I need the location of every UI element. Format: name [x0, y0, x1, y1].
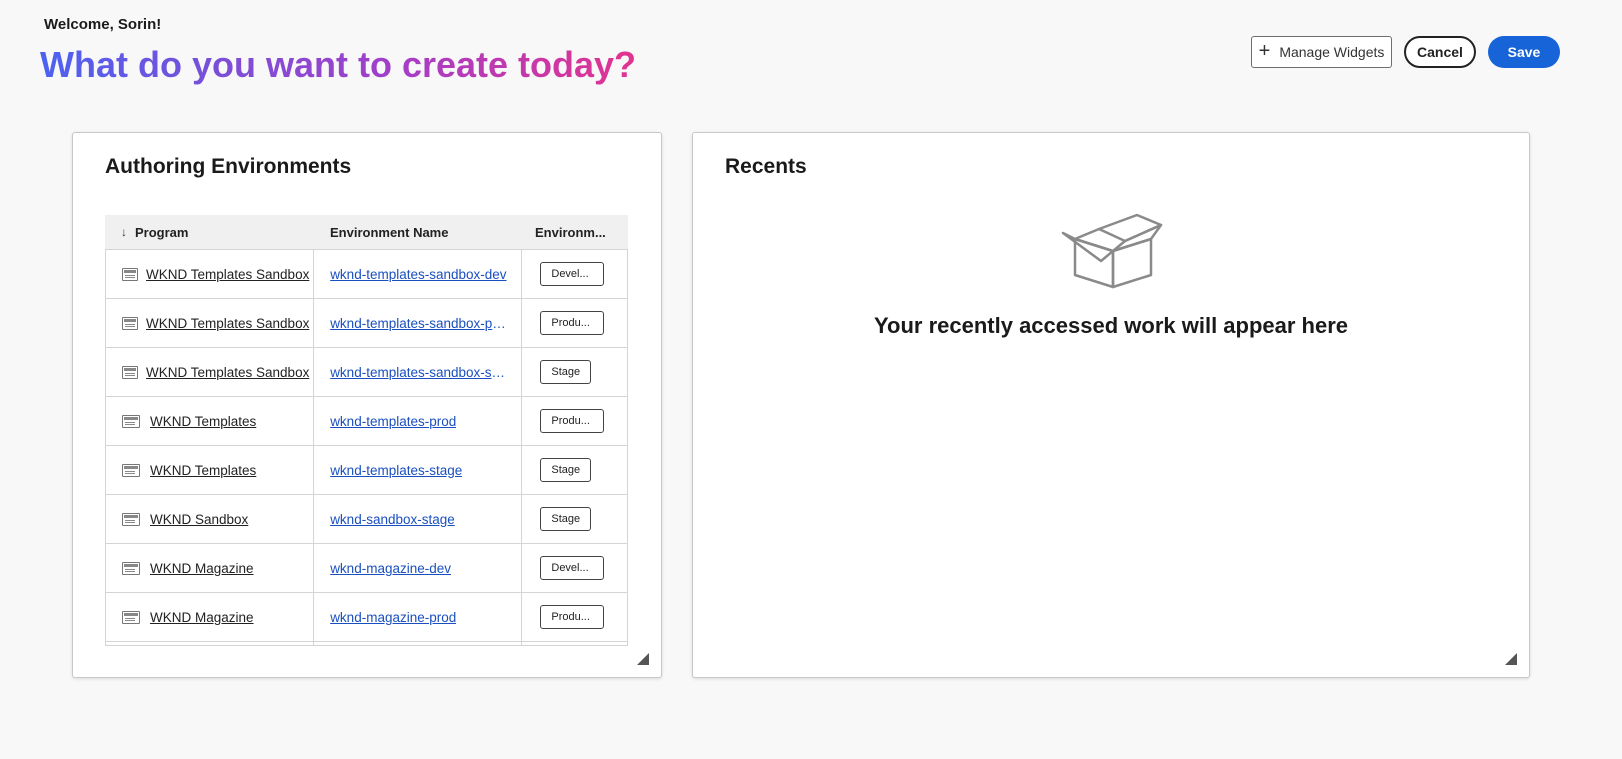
sort-descending-icon[interactable]: ↓: [121, 225, 127, 239]
column-header-program[interactable]: ↓ Program: [105, 215, 314, 249]
program-link[interactable]: WKND Templates Sandbox: [146, 267, 309, 282]
column-header-environment-name[interactable]: Environment Name: [314, 215, 523, 249]
environment-link[interactable]: wknd-magazine-dev: [330, 561, 451, 576]
program-icon: [122, 463, 140, 477]
authoring-environments-widget: Authoring Environments ↓ Program Environ…: [72, 132, 662, 678]
widget-title: Authoring Environments: [105, 155, 352, 178]
manage-widgets-button[interactable]: + Manage Widgets: [1251, 36, 1392, 68]
column-header-label: Program: [135, 224, 189, 240]
program-icon: [122, 316, 138, 330]
table-row: WKND Templates Sandbox wknd-templates-sa…: [106, 249, 627, 298]
widget-title: Recents: [725, 155, 807, 178]
column-header-label: Environm...: [535, 224, 606, 240]
environments-table: ↓ Program Environment Name Environm... W…: [105, 215, 628, 647]
table-row: WKND Templates Sandbox wknd-templates-sa…: [106, 347, 627, 396]
environment-type-tag: Stage: [540, 458, 592, 482]
environment-type-tag: Devel...: [540, 556, 605, 580]
open-box-icon: [1061, 213, 1163, 289]
program-link[interactable]: WKND Templates Sandbox: [146, 365, 309, 380]
environment-link[interactable]: wknd-templates-sandbox-sta...: [330, 365, 508, 380]
environment-type-tag: Stage: [540, 507, 592, 531]
save-button[interactable]: Save: [1488, 36, 1560, 68]
table-header: ↓ Program Environment Name Environm...: [105, 215, 628, 249]
page-title: What do you want to create today?: [40, 44, 637, 85]
program-link[interactable]: WKND Templates Sandbox: [146, 316, 309, 331]
environment-type-tag: Produ...: [540, 605, 605, 629]
program-link[interactable]: WKND Templates: [150, 463, 256, 478]
environment-type-tag: Devel...: [540, 262, 605, 286]
table-body: WKND Templates Sandbox wknd-templates-sa…: [105, 249, 628, 646]
program-icon: [122, 267, 138, 281]
environment-type-tag: Produ...: [540, 311, 605, 335]
program-icon: [122, 610, 140, 624]
program-link[interactable]: WKND Sandbox: [150, 512, 248, 527]
environment-link[interactable]: wknd-sandbox-stage: [330, 512, 455, 527]
table-row: WKND Templates Sandbox wknd-templates-sa…: [106, 298, 627, 347]
resize-handle[interactable]: [1505, 653, 1517, 665]
environment-link[interactable]: wknd-templates-stage: [330, 463, 462, 478]
environment-link[interactable]: wknd-templates-prod: [330, 414, 456, 429]
manage-widgets-label: Manage Widgets: [1279, 44, 1385, 60]
program-icon: [122, 365, 138, 379]
resize-handle[interactable]: [637, 653, 649, 665]
column-header-environment-type[interactable]: Environm...: [523, 215, 628, 249]
program-icon: [122, 561, 140, 575]
cancel-button[interactable]: Cancel: [1404, 36, 1476, 68]
table-row: WKND Magazine wknd-magazine-dev Devel...: [106, 543, 627, 592]
program-link[interactable]: WKND Templates: [150, 414, 256, 429]
environment-link[interactable]: wknd-templates-sandbox-dev: [330, 267, 506, 282]
table-row: WKND Templates wknd-templates-stage Stag…: [106, 445, 627, 494]
program-link[interactable]: WKND Magazine: [150, 561, 254, 576]
welcome-text: Welcome, Sorin!: [44, 16, 162, 33]
environment-link[interactable]: wknd-templates-sandbox-prod: [330, 316, 508, 331]
recents-empty-message: Your recently accessed work will appear …: [873, 313, 1349, 338]
program-icon: [122, 414, 140, 428]
environment-type-tag: Stage: [540, 360, 592, 384]
table-row: WKND Magazine wknd-magazine-prod Produ..…: [106, 592, 627, 641]
table-row: WKND Sandbox wknd-sandbox-stage Stage: [106, 494, 627, 543]
table-row-partial: [106, 641, 627, 646]
program-link[interactable]: WKND Magazine: [150, 610, 254, 625]
environment-link[interactable]: wknd-magazine-prod: [330, 610, 456, 625]
plus-icon: +: [1258, 40, 1271, 62]
table-row: WKND Templates wknd-templates-prod Produ…: [106, 396, 627, 445]
recents-widget: Recents Your recently accessed work will…: [692, 132, 1530, 678]
environment-type-tag: Produ...: [540, 409, 605, 433]
program-icon: [122, 512, 140, 526]
